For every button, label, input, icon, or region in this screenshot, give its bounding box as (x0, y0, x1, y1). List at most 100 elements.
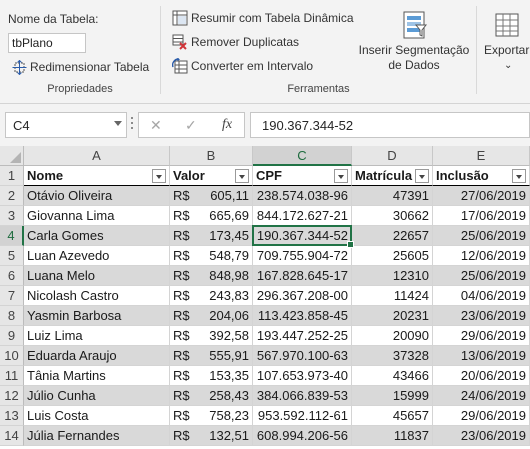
table-cell[interactable]: 20231 (352, 306, 433, 326)
table-cell[interactable]: 27/06/2019 (433, 186, 530, 206)
table-cell[interactable]: Yasmin Barbosa (24, 306, 170, 326)
column-header-a[interactable]: A (24, 146, 170, 166)
row-header-11[interactable]: 11 (0, 366, 24, 386)
table-cell[interactable]: 29/06/2019 (433, 406, 530, 426)
table-cell[interactable]: 20/06/2019 (433, 366, 530, 386)
table-cell[interactable]: Luana Melo (24, 266, 170, 286)
table-cell[interactable]: 113.423.858-45 (253, 306, 352, 326)
table-cell[interactable]: Luan Azevedo (24, 246, 170, 266)
insert-slicer-button[interactable]: Inserir Segmentação de Dados (358, 10, 470, 73)
formula-input[interactable]: 190.367.344-52 (250, 112, 530, 138)
table-cell[interactable]: Tânia Martins (24, 366, 170, 386)
insert-function-icon[interactable]: fx (222, 117, 232, 133)
table-cell[interactable]: 17/06/2019 (433, 206, 530, 226)
table-cell[interactable]: Giovanna Lima (24, 206, 170, 226)
table-cell[interactable]: R$ 758,23 (170, 406, 253, 426)
table-cell[interactable]: 13/06/2019 (433, 346, 530, 366)
filter-dropdown-icon[interactable] (235, 169, 249, 183)
table-cell[interactable]: R$ 173,45 (170, 226, 253, 246)
table-cell[interactable]: 37328 (352, 346, 433, 366)
table-cell[interactable]: 11424 (352, 286, 433, 306)
table-cell[interactable]: 29/06/2019 (433, 326, 530, 346)
select-all-button[interactable] (0, 146, 24, 166)
table-cell[interactable]: R$ 548,79 (170, 246, 253, 266)
table-cell[interactable]: 25605 (352, 246, 433, 266)
row-header-8[interactable]: 8 (0, 306, 24, 326)
row-header-2[interactable]: 2 (0, 186, 24, 206)
row-header-4[interactable]: 4 (0, 226, 24, 246)
table-cell[interactable]: 04/06/2019 (433, 286, 530, 306)
formula-bar-resize-handle[interactable] (131, 117, 134, 133)
table-name-input[interactable] (8, 33, 86, 53)
table-cell[interactable]: 22657 (352, 226, 433, 246)
table-cell[interactable]: 190.367.344-52 (253, 226, 352, 246)
remove-duplicates-button[interactable]: Remover Duplicatas (172, 33, 299, 51)
table-cell[interactable]: 23/06/2019 (433, 306, 530, 326)
table-cell[interactable]: Otávio Oliveira (24, 186, 170, 206)
enter-icon[interactable]: ✓ (185, 117, 197, 134)
table-cell[interactable]: Júlia Fernandes (24, 426, 170, 446)
table-cell[interactable]: 107.653.973-40 (253, 366, 352, 386)
table-cell[interactable]: 20090 (352, 326, 433, 346)
resize-table-button[interactable]: Redimensionar Tabela (12, 58, 149, 76)
row-header-10[interactable]: 10 (0, 346, 24, 366)
table-cell[interactable]: 11837 (352, 426, 433, 446)
table-cell[interactable]: Nicolash Castro (24, 286, 170, 306)
table-cell[interactable]: 43466 (352, 366, 433, 386)
table-cell[interactable]: 24/06/2019 (433, 386, 530, 406)
table-cell[interactable]: R$ 132,51 (170, 426, 253, 446)
table-cell[interactable]: R$ 848,98 (170, 266, 253, 286)
column-header-c[interactable]: C (253, 146, 352, 166)
table-cell[interactable]: R$ 153,35 (170, 366, 253, 386)
row-header-13[interactable]: 13 (0, 406, 24, 426)
table-cell[interactable]: R$ 605,11 (170, 186, 253, 206)
header-nome-cell[interactable]: Nome (24, 166, 170, 186)
cancel-icon[interactable]: ✕ (150, 117, 162, 134)
row-header-6[interactable]: 6 (0, 266, 24, 286)
summarize-pivot-button[interactable]: Resumir com Tabela Dinâmica (172, 9, 354, 27)
table-cell[interactable]: R$ 555,91 (170, 346, 253, 366)
table-cell[interactable]: 15999 (352, 386, 433, 406)
table-cell[interactable]: 12310 (352, 266, 433, 286)
table-cell[interactable]: R$ 243,83 (170, 286, 253, 306)
column-header-e[interactable]: E (433, 146, 530, 166)
table-cell[interactable]: 296.367.208-00 (253, 286, 352, 306)
row-header-5[interactable]: 5 (0, 246, 24, 266)
row-header-9[interactable]: 9 (0, 326, 24, 346)
name-box[interactable]: C4 (5, 112, 127, 138)
table-cell[interactable]: 167.828.645-17 (253, 266, 352, 286)
row-header-14[interactable]: 14 (0, 426, 24, 446)
table-cell[interactable]: 844.172.627-21 (253, 206, 352, 226)
row-header-1[interactable]: 1 (0, 166, 24, 186)
table-cell[interactable]: Luis Costa (24, 406, 170, 426)
table-cell[interactable]: R$ 204,06 (170, 306, 253, 326)
worksheet-grid[interactable]: A B C D E 1 2 3 4 5 6 7 8 9 10 11 12 13 14 Nome Valor CPF Matr… (0, 146, 530, 449)
filter-dropdown-icon[interactable] (415, 169, 429, 183)
table-cell[interactable]: R$ 392,58 (170, 326, 253, 346)
table-cell[interactable]: 25/06/2019 (433, 226, 530, 246)
table-cell[interactable]: 709.755.904-72 (253, 246, 352, 266)
table-cell[interactable]: 25/06/2019 (433, 266, 530, 286)
filter-dropdown-icon[interactable] (512, 169, 526, 183)
table-cell[interactable]: Júlio Cunha (24, 386, 170, 406)
table-cell[interactable]: Carla Gomes (24, 226, 170, 246)
table-cell[interactable]: 30662 (352, 206, 433, 226)
table-cell[interactable]: 23/06/2019 (433, 426, 530, 446)
row-header-12[interactable]: 12 (0, 386, 24, 406)
export-button[interactable]: Exportar ⌄ (484, 10, 530, 73)
convert-to-range-button[interactable]: Converter em Intervalo (172, 57, 313, 75)
filter-dropdown-icon[interactable] (334, 169, 348, 183)
row-header-3[interactable]: 3 (0, 206, 24, 226)
table-cell[interactable]: R$ 665,69 (170, 206, 253, 226)
column-header-d[interactable]: D (352, 146, 433, 166)
table-cell[interactable]: Luiz Lima (24, 326, 170, 346)
table-cell[interactable]: 608.994.206-56 (253, 426, 352, 446)
table-cell[interactable]: 12/06/2019 (433, 246, 530, 266)
table-cell[interactable]: 47391 (352, 186, 433, 206)
table-cell[interactable]: 45657 (352, 406, 433, 426)
table-cell[interactable]: 238.574.038-96 (253, 186, 352, 206)
table-cell[interactable]: 953.592.112-61 (253, 406, 352, 426)
filter-dropdown-icon[interactable] (152, 169, 166, 183)
table-cell[interactable]: R$ 258,43 (170, 386, 253, 406)
column-header-b[interactable]: B (170, 146, 253, 166)
